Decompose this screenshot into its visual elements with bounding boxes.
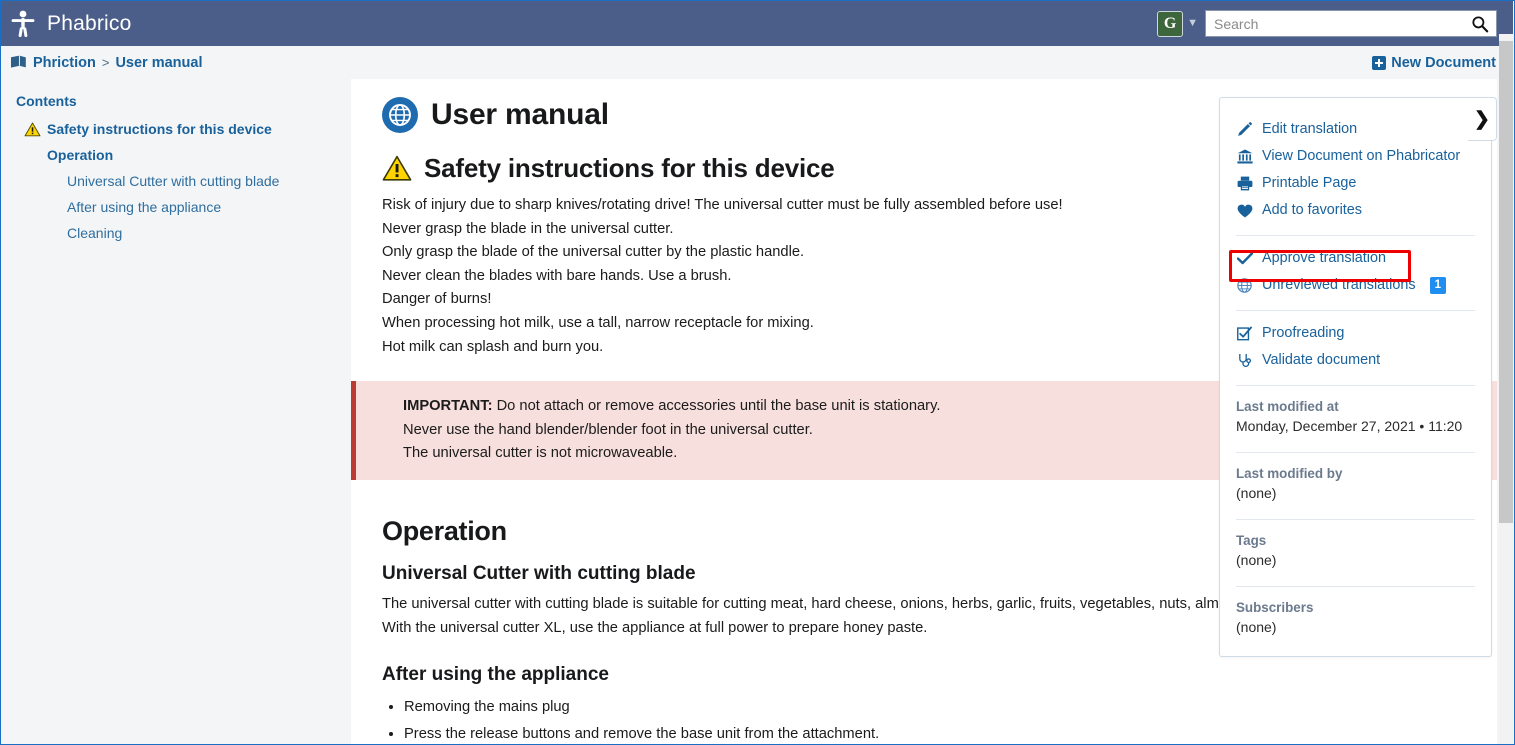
- chevron-down-icon[interactable]: ▼: [1187, 18, 1198, 29]
- menu-item-approve-translation[interactable]: Approve translation: [1236, 245, 1475, 272]
- panel-divider: [1236, 310, 1475, 311]
- menu-item-label: Edit translation: [1262, 121, 1358, 137]
- meta-value: (none): [1236, 619, 1277, 635]
- brand-title: Phabrico: [47, 11, 132, 35]
- menu-item-label: Validate document: [1262, 352, 1381, 368]
- toc-item-label: Safety instructions for this device: [47, 121, 272, 137]
- chevron-right-icon: ❯: [1474, 108, 1490, 130]
- meta-value: (none): [1236, 485, 1277, 501]
- checkbox-checked-icon: [1236, 325, 1253, 342]
- meta-last-modified-at: Last modified at Monday, December 27, 20…: [1236, 395, 1475, 441]
- menu-item-label: Printable Page: [1262, 175, 1357, 191]
- menu-item-add-to-favorites[interactable]: Add to favorites: [1236, 197, 1475, 224]
- top-navigation-bar: Phabrico G ▼: [1, 1, 1507, 46]
- meta-subscribers: Subscribers (none): [1236, 596, 1475, 642]
- panel-divider: [1236, 519, 1475, 520]
- menu-item-label: View Document on Phabricator: [1262, 148, 1461, 164]
- meta-label: Last modified at: [1236, 399, 1339, 414]
- panel-collapse-toggle[interactable]: ❯: [1468, 97, 1497, 141]
- menu-item-unreviewed-translations[interactable]: Unreviewed translations 1: [1236, 272, 1475, 299]
- toc-item-safety-instructions[interactable]: Safety instructions for this device: [16, 116, 351, 142]
- panel-divider: [1236, 385, 1475, 386]
- subsection-heading-after-using: After using the appliance: [382, 664, 609, 686]
- globe-icon: [382, 97, 418, 133]
- menu-item-printable-page[interactable]: Printable Page: [1236, 170, 1475, 197]
- meta-label: Tags: [1236, 533, 1267, 548]
- menu-item-edit-translation[interactable]: Edit translation: [1236, 116, 1475, 143]
- page-title: User manual: [431, 98, 609, 131]
- warning-triangle-icon: [382, 155, 412, 181]
- breadcrumb-link-current[interactable]: User manual: [115, 55, 202, 71]
- person-icon: [11, 10, 35, 37]
- language-badge[interactable]: G: [1157, 10, 1184, 37]
- list-item: Removing the mains plug: [404, 694, 1497, 721]
- meta-label: Last modified by: [1236, 466, 1343, 481]
- breadcrumb-link-phriction[interactable]: Phriction: [33, 55, 96, 71]
- toc-item-label: Operation: [47, 147, 114, 163]
- check-icon: [1236, 250, 1253, 267]
- menu-item-label: Approve translation: [1262, 250, 1386, 266]
- meta-value: (none): [1236, 552, 1277, 568]
- plus-square-icon: [1372, 55, 1387, 70]
- toc-item-label: Universal Cutter with cutting blade: [67, 173, 280, 189]
- topbar-right-group: G ▼: [1157, 10, 1507, 37]
- section-heading-label: Safety instructions for this device: [424, 153, 835, 183]
- panel-divider: [1236, 235, 1475, 236]
- search-input[interactable]: [1206, 11, 1496, 36]
- globe-icon: [1236, 277, 1253, 294]
- phabrico-logo[interactable]: [1, 1, 45, 46]
- toc-item-universal-cutter[interactable]: Universal Cutter with cutting blade: [16, 168, 351, 194]
- panel-divider: [1236, 452, 1475, 453]
- breadcrumb-separator: >: [101, 55, 110, 70]
- meta-value: Monday, December 27, 2021 • 11:20: [1236, 418, 1463, 434]
- page-scrollbar-thumb[interactable]: [1499, 41, 1513, 523]
- menu-item-label: Add to favorites: [1262, 202, 1362, 218]
- search-icon[interactable]: [1471, 15, 1489, 33]
- callout-line-1-text: Do not attach or remove accessories unti…: [492, 398, 941, 415]
- application-window: Phabrico G ▼ Phriction > User manual: [0, 0, 1515, 745]
- meta-tags: Tags (none): [1236, 529, 1475, 575]
- menu-item-proofreading[interactable]: Proofreading: [1236, 320, 1475, 347]
- breadcrumb-bar: Phriction > User manual New Document: [1, 46, 1507, 79]
- menu-item-label: Unreviewed translations: [1262, 277, 1416, 293]
- search-box[interactable]: [1205, 10, 1497, 37]
- menu-item-view-on-phabricator[interactable]: View Document on Phabricator: [1236, 143, 1475, 170]
- callout-prefix: IMPORTANT:: [403, 398, 493, 415]
- list-item: Press the release buttons and remove the…: [404, 721, 1497, 744]
- breadcrumb: Phriction > User manual: [1, 55, 202, 71]
- after-using-bullet-list: Removing the mains plug Press the releas…: [404, 694, 1497, 744]
- toc-title: Contents: [16, 93, 77, 109]
- meta-label: Subscribers: [1236, 600, 1314, 615]
- scrollbar-top-corner: [1499, 1, 1513, 34]
- toc-item-after-using[interactable]: After using the appliance: [16, 194, 351, 220]
- toc-item-label: Cleaning: [67, 225, 123, 241]
- bank-icon: [1236, 148, 1253, 165]
- table-of-contents-sidebar: Contents Safety instructions for this de…: [2, 79, 351, 744]
- printer-icon: [1236, 175, 1253, 192]
- toc-item-cleaning[interactable]: Cleaning: [16, 220, 351, 246]
- page-scrollbar-track[interactable]: [1499, 34, 1513, 744]
- menu-item-label: Proofreading: [1262, 325, 1345, 341]
- status-badge: 1: [1429, 277, 1446, 294]
- toc-item-operation[interactable]: Operation: [16, 142, 351, 168]
- new-document-label: New Document: [1391, 54, 1496, 71]
- book-icon: [11, 55, 26, 68]
- pencil-icon: [1236, 121, 1253, 138]
- warning-triangle-icon: [24, 122, 41, 136]
- document-action-panel: Edit translation View Document on Phabri…: [1219, 97, 1492, 657]
- toc-item-label: After using the appliance: [67, 199, 222, 215]
- menu-item-validate-document[interactable]: Validate document: [1236, 347, 1475, 374]
- heart-icon: [1236, 202, 1253, 219]
- new-document-button[interactable]: New Document: [1372, 55, 1496, 71]
- stethoscope-icon: [1236, 352, 1253, 369]
- panel-divider: [1236, 586, 1475, 587]
- meta-last-modified-by: Last modified by (none): [1236, 462, 1475, 508]
